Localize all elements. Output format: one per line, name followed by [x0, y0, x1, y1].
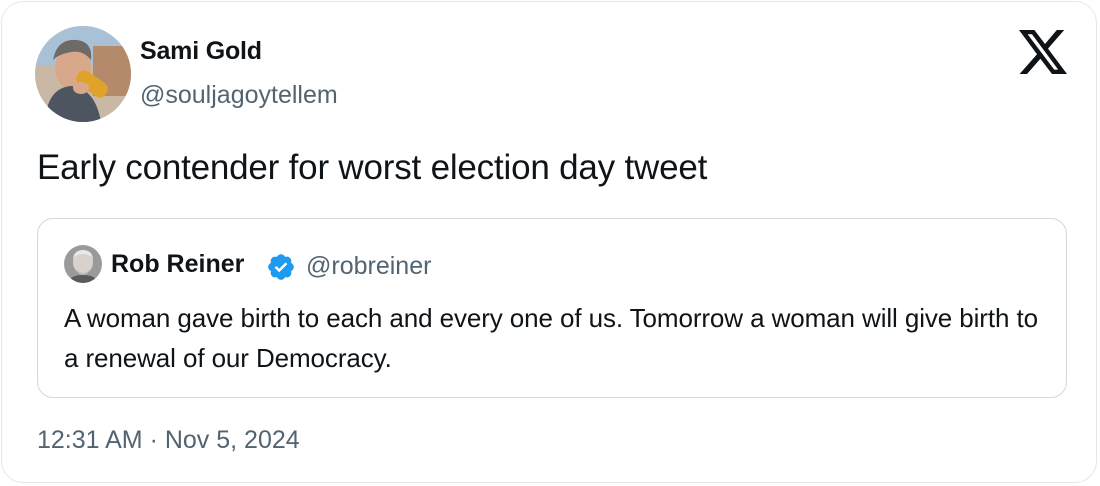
quoted-author-handle[interactable]: @robreiner: [306, 252, 431, 281]
quoted-author-name[interactable]: Rob Reiner: [111, 250, 244, 279]
verified-badge-icon: [266, 252, 296, 282]
quoted-author-avatar[interactable]: [64, 245, 102, 283]
author-avatar-image: [35, 26, 131, 122]
author-handle[interactable]: @souljagoytellem: [140, 81, 338, 110]
quoted-tweet[interactable]: Rob Reiner @robreiner A woman gave birth…: [37, 218, 1067, 398]
tweet-text: Early contender for worst election day t…: [37, 148, 708, 187]
author-avatar[interactable]: [35, 26, 131, 122]
author-name[interactable]: Sami Gold: [140, 37, 262, 66]
quoted-tweet-text: A woman gave birth to each and every one…: [64, 303, 1038, 373]
tweet-card: Sami Gold @souljagoytellem Early contend…: [1, 1, 1097, 483]
tweet-timestamp[interactable]: 12:31 AM · Nov 5, 2024: [37, 426, 300, 455]
x-logo-icon[interactable]: [1019, 30, 1067, 74]
quoted-author-avatar-image: [64, 245, 102, 283]
